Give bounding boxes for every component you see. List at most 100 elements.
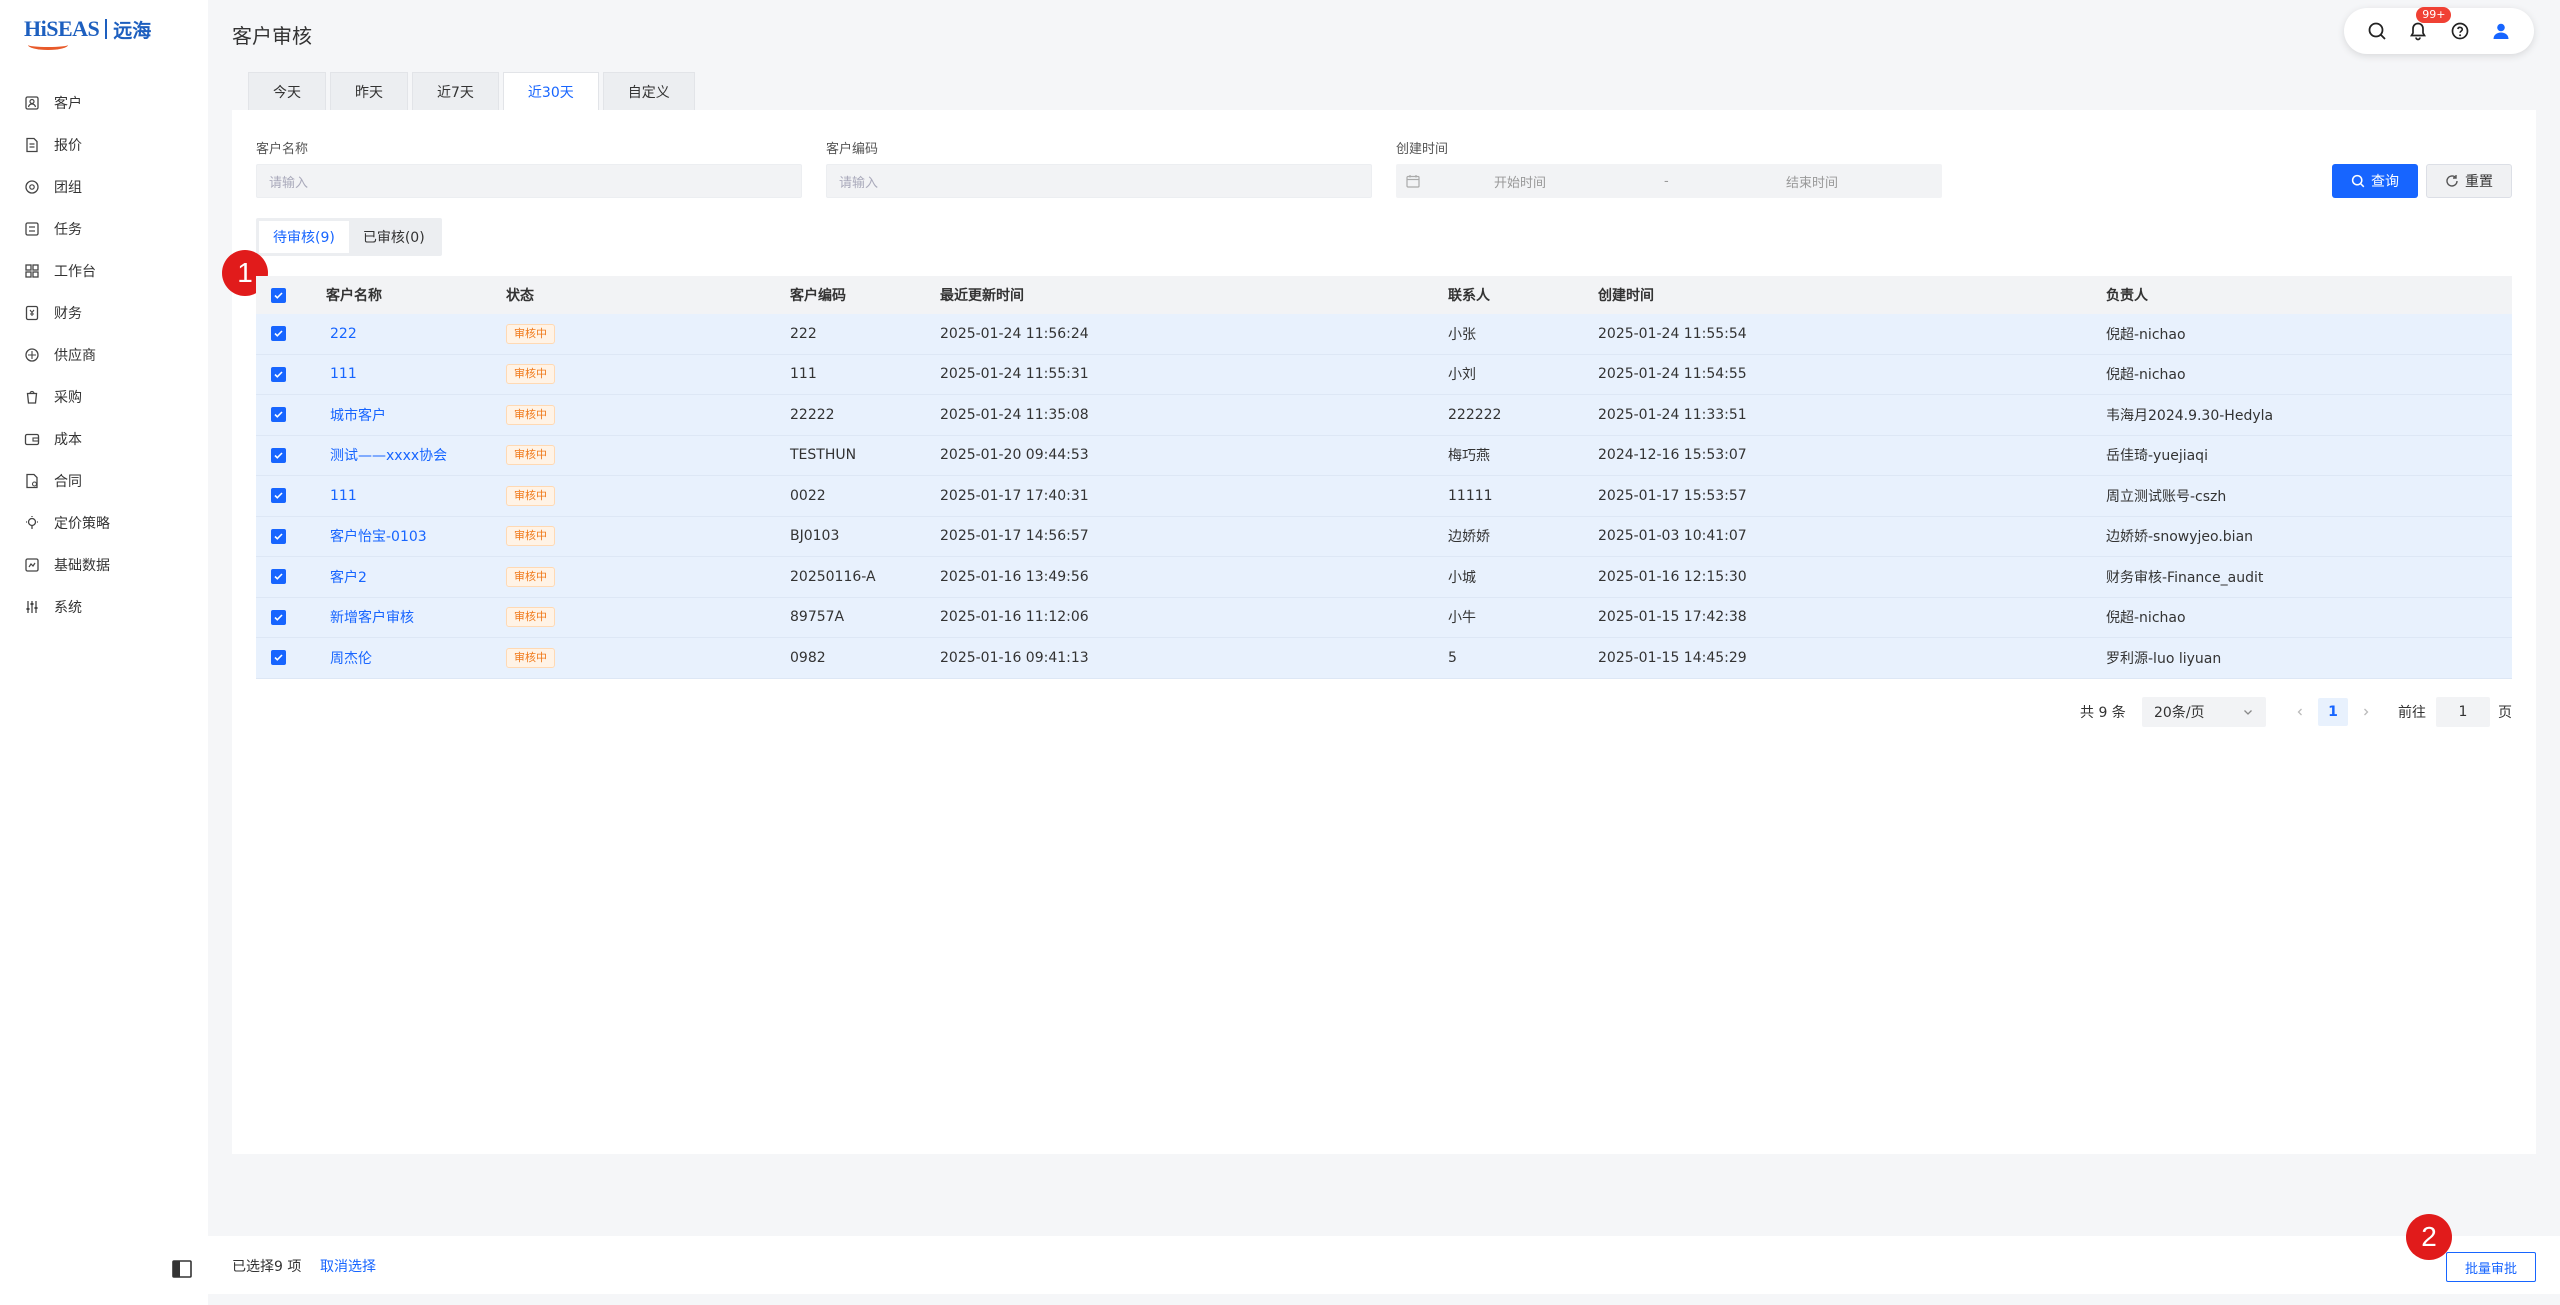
customer-name-link[interactable]: 测试——xxxx协会 (330, 445, 447, 465)
contact-name: 222222 (1448, 406, 1502, 423)
created-time: 2024-12-16 15:53:07 (1598, 447, 1747, 464)
cancel-selection-link[interactable]: 取消选择 (320, 1256, 376, 1276)
search-button[interactable] (2361, 15, 2393, 47)
goto-page-input[interactable] (2436, 697, 2490, 727)
sidebar-item-10[interactable]: 定价策略 (0, 502, 208, 544)
sidebar-item-11[interactable]: 基础数据 (0, 544, 208, 586)
help-button[interactable] (2444, 15, 2476, 47)
row-checkbox[interactable] (271, 326, 286, 342)
chevron-left-icon (2297, 708, 2302, 716)
start-time-input[interactable]: 开始时间 (1494, 172, 1546, 191)
contact-name: 边娇娇 (1448, 529, 1490, 546)
row-checkbox[interactable] (271, 609, 286, 625)
step-marker-2: 2 (2406, 1214, 2452, 1260)
owner-name: 倪超-nichao (2106, 610, 2186, 627)
tab-pending-review[interactable]: 待审核(9) (259, 221, 349, 253)
logo-separator (105, 19, 108, 39)
cost-icon (24, 431, 40, 447)
date-tab-3[interactable]: 近30天 (502, 72, 599, 110)
row-checkbox[interactable] (271, 366, 286, 382)
date-tab-2[interactable]: 近7天 (412, 72, 499, 110)
customer-name-link[interactable]: 城市客户 (330, 405, 386, 425)
customer-review-table: 客户名称 状态 客户编码 最近更新时间 联系人 创建时间 负责人 222 审核中 2… (256, 276, 2512, 679)
column-header-code[interactable]: 客户编码 (790, 285, 846, 305)
column-header-name[interactable]: 客户名称 (326, 285, 382, 305)
reset-button[interactable]: 重置 (2426, 164, 2512, 198)
customer-name-link[interactable]: 新增客户审核 (330, 607, 414, 627)
sidebar-item-label: 团组 (54, 180, 82, 196)
row-checkbox[interactable] (271, 407, 286, 423)
customer-name-link[interactable]: 111 (330, 488, 357, 504)
sidebar-collapse-button[interactable] (172, 1260, 192, 1278)
row-checkbox[interactable] (271, 569, 286, 585)
sidebar-item-label: 基础数据 (54, 558, 110, 574)
table-row[interactable]: 新增客户审核 审核中 89757A 2025-01-16 11:12:06 小牛 2025… (256, 597, 2512, 638)
created-time-range-picker[interactable]: 开始时间 - 结束时间 (1396, 164, 1942, 198)
row-checkbox[interactable] (271, 447, 286, 463)
sidebar-item-2[interactable]: 团组 (0, 166, 208, 208)
row-checkbox[interactable] (271, 650, 286, 666)
row-checkbox[interactable] (271, 488, 286, 504)
owner-name: 罗利源-luo liyuan (2106, 650, 2222, 667)
quote-icon (24, 137, 40, 153)
customer-name-link[interactable]: 客户怡宝-0103 (330, 526, 427, 546)
sidebar-item-4[interactable]: 工作台 (0, 250, 208, 292)
customer-code: 22222 (790, 406, 835, 423)
supplier-icon (24, 347, 40, 363)
sidebar-item-12[interactable]: 系统 (0, 586, 208, 628)
sidebar-item-9[interactable]: 合同 (0, 460, 208, 502)
query-button[interactable]: 查询 (2332, 164, 2418, 198)
customer-name-link[interactable]: 客户2 (330, 567, 367, 587)
sidebar-item-3[interactable]: 任务 (0, 208, 208, 250)
select-all-checkbox[interactable] (271, 287, 286, 303)
customer-code-input[interactable]: 请输入 (826, 164, 1372, 198)
app-logo[interactable]: HiSEAS 远海 (24, 14, 151, 50)
contact-name: 梅巧燕 (1448, 448, 1490, 465)
table-row[interactable]: 111 审核中 0022 2025-01-17 17:40:31 11111 2025-0… (256, 476, 2512, 517)
updated-time: 2025-01-16 09:41:13 (940, 649, 1089, 666)
finance-icon (24, 305, 40, 321)
sidebar-item-7[interactable]: 采购 (0, 376, 208, 418)
column-header-owner[interactable]: 负责人 (2106, 285, 2148, 305)
search-icon (2351, 174, 2365, 188)
status-badge: 审核中 (506, 445, 555, 466)
notification-button[interactable]: 99+ (2402, 7, 2452, 47)
customer-name-link[interactable]: 111 (330, 366, 357, 382)
table-row[interactable]: 111 审核中 111 2025-01-24 11:55:31 小刘 2025-01-24… (256, 354, 2512, 395)
end-time-input[interactable]: 结束时间 (1786, 172, 1838, 191)
table-row[interactable]: 城市客户 审核中 22222 2025-01-24 11:35:08 222222 202… (256, 395, 2512, 436)
column-header-updated[interactable]: 最近更新时间 (940, 285, 1024, 305)
row-checkbox[interactable] (271, 528, 286, 544)
date-tab-1[interactable]: 昨天 (330, 72, 408, 110)
sidebar-item-8[interactable]: 成本 (0, 418, 208, 460)
user-avatar-button[interactable] (2485, 15, 2517, 47)
status-badge: 审核中 (506, 364, 555, 385)
date-tab-0[interactable]: 今天 (248, 72, 326, 110)
table-row[interactable]: 测试——xxxx协会 审核中 TESTHUN 2025-01-20 09:44:53 梅… (256, 435, 2512, 476)
column-header-created[interactable]: 创建时间 (1598, 285, 1654, 305)
batch-approve-button[interactable]: 批量审批 (2446, 1252, 2536, 1282)
contact-name: 11111 (1448, 487, 1493, 504)
customer-name-link[interactable]: 222 (330, 326, 357, 342)
check-icon (274, 452, 283, 459)
sidebar-item-6[interactable]: 供应商 (0, 334, 208, 376)
column-header-status[interactable]: 状态 (506, 285, 534, 305)
prev-page-button[interactable] (2292, 702, 2308, 722)
sidebar-item-0[interactable]: 客户 (0, 82, 208, 124)
page-number-current[interactable]: 1 (2318, 698, 2348, 726)
customer-name-input[interactable]: 请输入 (256, 164, 802, 198)
table-row[interactable]: 客户2 审核中 20250116-A 2025-01-16 13:49:56 小城 202… (256, 557, 2512, 598)
tab-reviewed[interactable]: 已审核(0) (349, 221, 439, 253)
table-row[interactable]: 周杰伦 审核中 0982 2025-01-16 09:41:13 5 2025-01-15… (256, 638, 2512, 679)
column-header-contact[interactable]: 联系人 (1448, 285, 1490, 305)
customer-name-link[interactable]: 周杰伦 (330, 648, 372, 668)
updated-time: 2025-01-17 14:56:57 (940, 528, 1089, 545)
table-row[interactable]: 客户怡宝-0103 审核中 BJ0103 2025-01-17 14:56:57 边娇娇… (256, 516, 2512, 557)
page-size-select[interactable]: 20条/页 (2142, 697, 2266, 727)
sidebar-item-1[interactable]: 报价 (0, 124, 208, 166)
date-tab-4[interactable]: 自定义 (602, 72, 695, 110)
sidebar-item-5[interactable]: 财务 (0, 292, 208, 334)
next-page-button[interactable] (2358, 702, 2374, 722)
table-row[interactable]: 222 审核中 222 2025-01-24 11:56:24 小张 2025-01-24… (256, 314, 2512, 355)
calendar-icon (1406, 174, 1420, 192)
